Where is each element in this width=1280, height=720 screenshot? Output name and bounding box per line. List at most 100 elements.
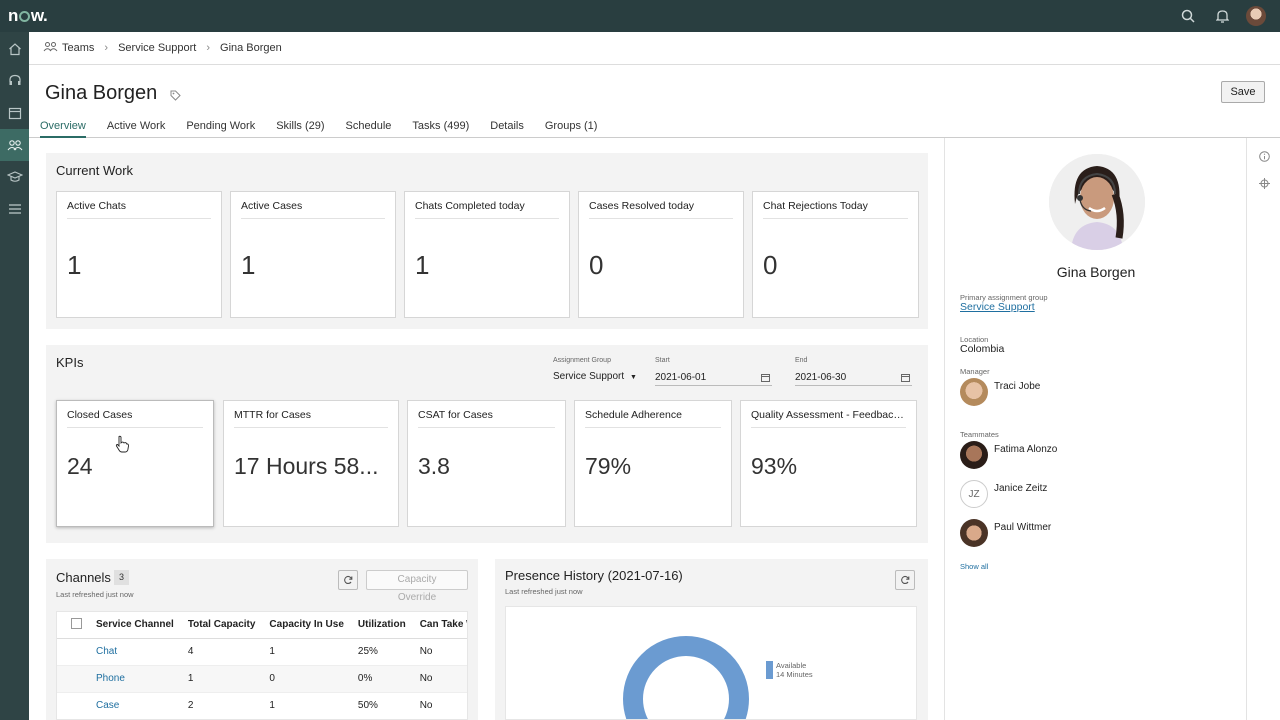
table-cell: 25% <box>350 638 413 666</box>
channels-title: Channels <box>56 570 111 585</box>
tab-details[interactable]: Details <box>490 114 524 138</box>
user-avatar-icon[interactable] <box>1246 6 1266 26</box>
channel-link[interactable]: Case <box>89 692 181 719</box>
current-work-card[interactable]: Active Chats 1 <box>56 191 222 318</box>
kpi-card[interactable]: Schedule Adherence 79% <box>574 400 732 527</box>
teammate-item[interactable]: Fatima Alonzo <box>960 441 1057 469</box>
info-icon[interactable] <box>1259 149 1270 167</box>
breadcrumb: Teams › Service Support › Gina Borgen <box>29 32 1280 65</box>
table-cell: 50% <box>350 692 413 719</box>
group-link[interactable]: Service Support <box>960 301 1035 313</box>
kpi-card[interactable]: CSAT for Cases 3.8 <box>407 400 566 527</box>
current-work-title: Current Work <box>56 163 134 178</box>
calendar-icon[interactable] <box>761 373 770 385</box>
column-header[interactable]: Can Take Wo <box>412 612 467 639</box>
card-label: Schedule Adherence <box>585 409 721 428</box>
kpi-card[interactable]: MTTR for Cases 17 Hours 58... <box>223 400 399 527</box>
breadcrumb-teams[interactable]: Teams <box>62 42 94 54</box>
channels-table-container: Service Channel Total Capacity Capacity … <box>56 611 468 720</box>
capacity-override-button[interactable]: Capacity Override <box>366 570 468 603</box>
table-cell: 0 <box>262 665 351 693</box>
current-work-card[interactable]: Chat Rejections Today 0 <box>752 191 919 318</box>
card-label: CSAT for Cases <box>418 409 555 428</box>
table-cell: 1 <box>262 692 351 719</box>
left-nav <box>0 32 29 720</box>
card-label: Active Chats <box>67 200 211 219</box>
legend-swatch <box>766 661 773 679</box>
teammate-item[interactable]: Paul Wittmer <box>960 519 1051 547</box>
location-value: Colombia <box>960 343 1005 355</box>
headset-icon[interactable] <box>0 65 29 97</box>
card-label: Chats Completed today <box>415 200 559 219</box>
assignment-group-label: Assignment Group <box>553 357 611 364</box>
kpi-card[interactable]: Closed Cases 24 <box>56 400 214 527</box>
tab-skills[interactable]: Skills (29) <box>276 114 324 138</box>
channel-link[interactable]: Chat <box>89 638 181 666</box>
channels-table: Service Channel Total Capacity Capacity … <box>57 612 467 719</box>
graduation-cap-icon[interactable] <box>0 161 29 193</box>
bell-icon[interactable] <box>1212 6 1232 26</box>
teammate-name: Janice Zeitz <box>994 483 1048 494</box>
column-header[interactable]: Capacity In Use <box>262 612 351 639</box>
calendar-icon[interactable] <box>901 373 910 385</box>
donut-available-segment[interactable] <box>623 636 749 720</box>
tag-icon[interactable] <box>170 88 181 106</box>
now-logo[interactable]: n w. <box>8 6 48 26</box>
teammates-label: Teammates <box>960 430 999 439</box>
tab-groups[interactable]: Groups (1) <box>545 114 598 138</box>
manager-name: Traci Jobe <box>994 381 1041 392</box>
end-date-input[interactable]: 2021-06-30 <box>795 372 912 386</box>
channel-link[interactable]: Phone <box>89 665 181 693</box>
select-all-checkbox[interactable] <box>57 612 89 639</box>
breadcrumb-service-support[interactable]: Service Support <box>118 42 196 54</box>
column-header[interactable]: Utilization <box>350 612 413 639</box>
assignment-group-select[interactable]: Service Support ▼ <box>553 371 637 385</box>
tab-pending-work[interactable]: Pending Work <box>186 114 255 138</box>
kpis-title: KPIs <box>56 355 84 370</box>
list-icon[interactable] <box>0 193 29 225</box>
table-cell: 1 <box>180 665 263 693</box>
column-header[interactable]: Total Capacity <box>180 612 263 639</box>
save-button[interactable]: Save <box>1221 81 1265 103</box>
show-all-link[interactable]: Show all <box>960 562 988 571</box>
avatar: JZ <box>960 480 988 508</box>
team-icon[interactable] <box>0 129 29 161</box>
card-label: Cases Resolved today <box>589 200 733 219</box>
tab-active-work[interactable]: Active Work <box>107 114 165 138</box>
legend-label: Available <box>776 661 807 670</box>
home-icon[interactable] <box>0 33 29 65</box>
card-value: 1 <box>241 250 256 280</box>
table-cell: No <box>412 638 467 666</box>
kpi-card[interactable]: Quality Assessment - Feedback ... 93% <box>740 400 917 527</box>
table-cell: No <box>412 692 467 719</box>
tab-overview[interactable]: Overview <box>40 114 86 138</box>
column-header[interactable]: Service Channel <box>89 612 181 639</box>
table-row: Chat 4 1 25% No <box>57 638 467 666</box>
avatar <box>960 519 988 547</box>
manager-item[interactable]: Traci Jobe <box>960 378 1040 406</box>
current-work-card[interactable]: Chats Completed today 1 <box>404 191 570 318</box>
tab-schedule[interactable]: Schedule <box>346 114 392 138</box>
current-work-card[interactable]: Active Cases 1 <box>230 191 396 318</box>
teammate-item[interactable]: JZ Janice Zeitz <box>960 480 1047 508</box>
table-row: Phone 1 0 0% No <box>57 665 467 693</box>
avatar <box>960 441 988 469</box>
search-icon[interactable] <box>1178 6 1198 26</box>
table-cell: 1 <box>262 638 351 666</box>
refresh-button[interactable] <box>895 570 915 590</box>
start-date-input[interactable]: 2021-06-01 <box>655 372 772 386</box>
crosshair-icon[interactable] <box>1259 176 1270 194</box>
card-value: 1 <box>67 250 82 280</box>
card-value: 0 <box>763 250 778 280</box>
current-work-card[interactable]: Cases Resolved today 0 <box>578 191 744 318</box>
current-work-panel: Current Work Active Chats 1 Active Cases… <box>46 153 928 329</box>
profile-panel: Gina Borgen Primary assignment group Ser… <box>944 138 1246 720</box>
card-label: Quality Assessment - Feedback ... <box>751 409 906 428</box>
refresh-button[interactable] <box>338 570 358 590</box>
table-row: Case 2 1 50% No <box>57 692 467 719</box>
channels-refreshed: Last refreshed just now <box>56 590 134 599</box>
team-icon <box>43 41 58 55</box>
tab-tasks[interactable]: Tasks (499) <box>412 114 469 138</box>
assignment-group-value: Service Support <box>553 371 625 382</box>
calendar-icon[interactable] <box>0 97 29 129</box>
